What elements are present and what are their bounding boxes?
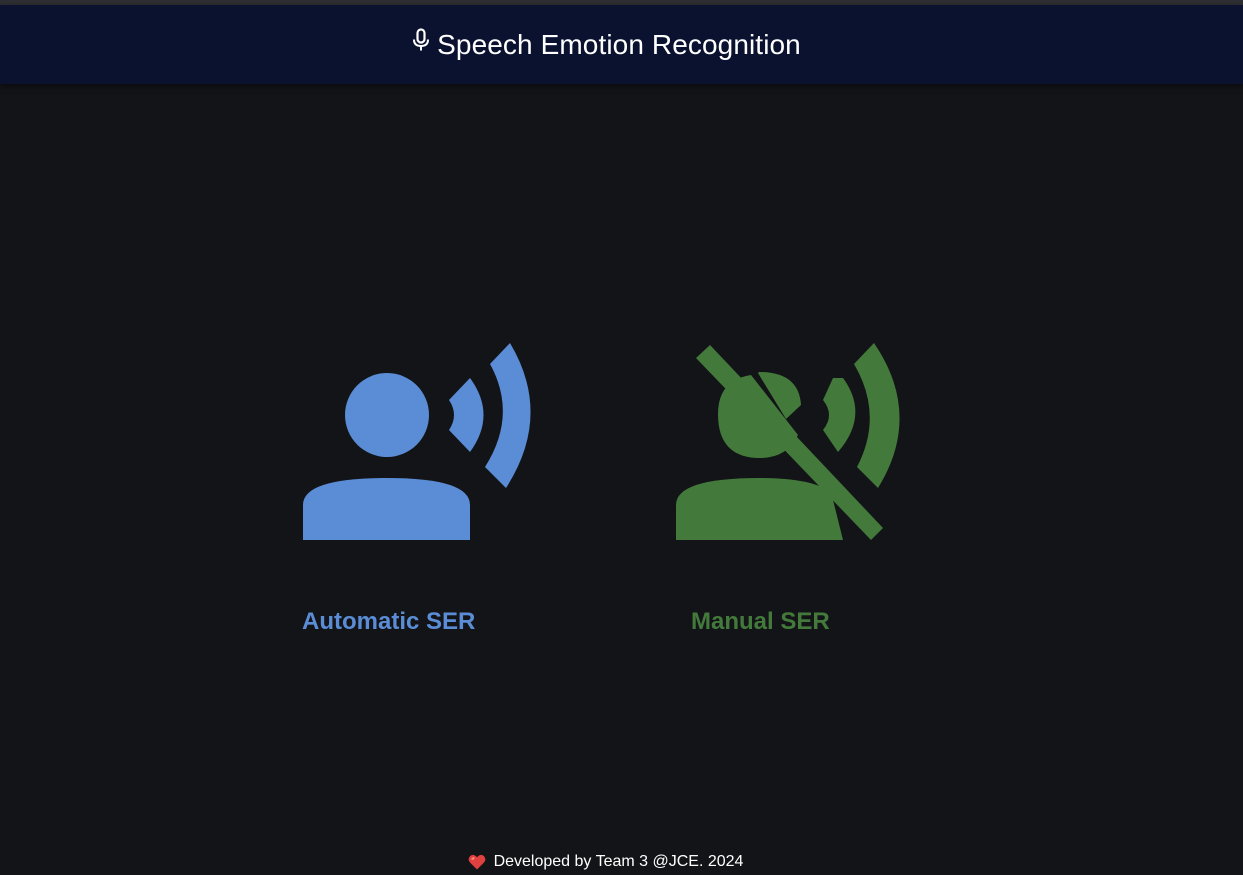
mic-icon [413, 27, 430, 50]
page-title: Speech Emotion Recognition [437, 28, 801, 60]
manual-ser-card[interactable]: Manual SER [673, 340, 913, 635]
footer: Developed by Team 3 @JCE. 2024 [0, 850, 1243, 874]
footer-credit: Developed by Team 3 @JCE. 2024 [493, 853, 744, 870]
voice-over-off-icon[interactable] [673, 340, 913, 550]
heart-icon [468, 854, 485, 870]
header-content: Speech Emotion Recognition [0, 5, 1212, 84]
automatic-ser-card[interactable]: Automatic SER [300, 340, 540, 635]
app-header: Speech Emotion Recognition [0, 5, 1243, 84]
automatic-ser-label[interactable]: Automatic SER [302, 608, 475, 636]
record-voice-over-icon[interactable] [300, 340, 540, 550]
manual-ser-label[interactable]: Manual SER [691, 608, 830, 636]
